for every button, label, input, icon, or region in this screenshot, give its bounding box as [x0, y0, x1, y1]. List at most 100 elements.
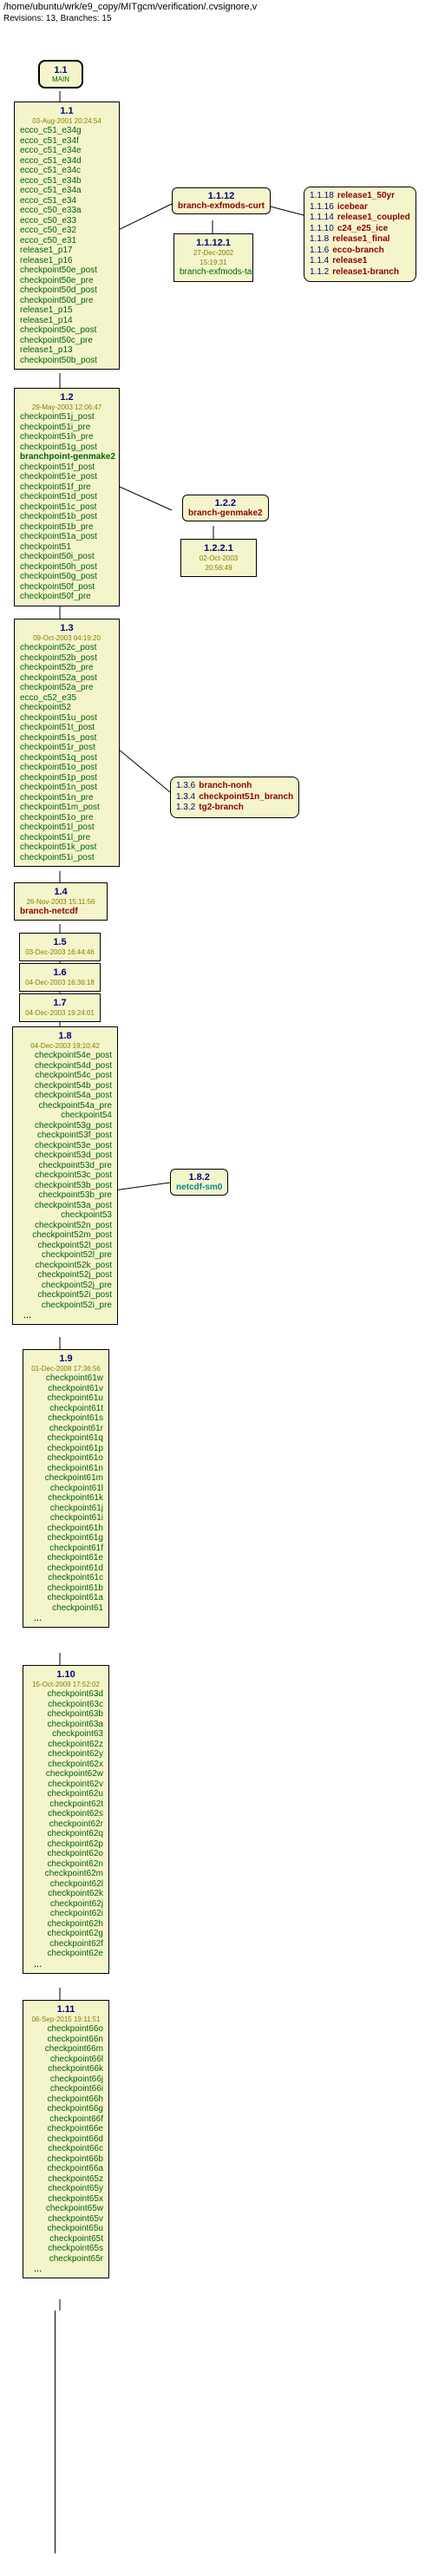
tag-label: checkpoint62l: [29, 1879, 103, 1890]
branch-entry: 1.1.10c24_e25_ice: [310, 224, 410, 235]
tag-label: checkpoint62f: [29, 1939, 103, 1950]
netcdf-sm0-name: netcdf-sm0: [176, 1183, 222, 1192]
tag-label: ecco_c51_e34f: [20, 136, 114, 147]
tag-label: checkpoint51e_post: [20, 472, 114, 482]
tag-label: checkpoint62x: [29, 1760, 103, 1770]
tag-label: checkpoint65y: [29, 2184, 103, 2194]
branch-name: release1_final: [332, 234, 389, 244]
tag-label: checkpoint61g: [29, 1533, 103, 1544]
v1-6-date: 04-Dec-2003 16:36:18: [25, 979, 95, 986]
tag-label: ecco_c50_e32: [20, 226, 114, 236]
tag-label: checkpoint61o: [29, 1453, 103, 1464]
tag-label: checkpoint53: [18, 1210, 112, 1221]
tag-label: checkpoint61i: [29, 1513, 103, 1524]
trailing-line: [55, 2311, 66, 2553]
tag-label: checkpoint51i_post: [20, 853, 114, 863]
tag-label: checkpoint53a_post: [18, 1201, 112, 1211]
branch-version: 1.3.6: [176, 781, 195, 790]
node-genmake2-rev: 1.2.2.1 02-Oct-2003 20:56:49: [180, 539, 257, 577]
tag-label: checkpoint51l_pre: [20, 833, 114, 843]
tag-label: checkpoint66e: [29, 2124, 103, 2134]
v1-11-date: 06-Sep-2015 19:11:51: [31, 2016, 100, 2023]
tag-label: checkpoint61k: [29, 1493, 103, 1504]
v1-10-title: 1.10: [56, 1669, 75, 1680]
tag-label: checkpoint51t_post: [20, 723, 114, 733]
node-1-6: 1.6 04-Dec-2003 16:36:18: [19, 963, 101, 992]
tag-label: checkpoint52l_post: [18, 1241, 112, 1251]
tag-label: checkpoint53c_post: [18, 1170, 112, 1181]
branch-entry: 1.1.2release1-branch: [310, 267, 410, 279]
tag-label: checkpoint50h_post: [20, 562, 114, 573]
tag-label: checkpoint65r: [29, 2254, 103, 2265]
tag-label: checkpoint66a: [29, 2164, 103, 2174]
tag-label: checkpoint61u: [29, 1393, 103, 1404]
tag-label: checkpoint62r: [29, 1819, 103, 1830]
tag-label: checkpoint54b_post: [18, 1081, 112, 1091]
node-1-11: 1.11 06-Sep-2015 19:11:51 checkpoint66oc…: [23, 2000, 109, 2278]
tag-label: checkpoint50g_post: [20, 572, 114, 582]
tag-label: checkpoint53d_post: [18, 1150, 112, 1161]
tag-label: checkpoint52m_post: [18, 1230, 112, 1241]
tag-label: checkpoint63c: [29, 1700, 103, 1710]
tag-label: checkpoint54c_post: [18, 1071, 112, 1081]
tag-label: checkpoint66h: [29, 2094, 103, 2105]
tag-label: checkpoint53f_post: [18, 1131, 112, 1141]
v1-8-date: 04-Dec-2003 19:10:42: [30, 1042, 100, 1050]
tag-label: checkpoint50f_pre: [20, 592, 114, 602]
branch-entry: 1.1.8release1_final: [310, 234, 410, 246]
tag-label: checkpoint63b: [29, 1709, 103, 1720]
tag-label: checkpoint50e_post: [20, 265, 114, 276]
node-1-7: 1.7 04-Dec-2003 19:24:01: [19, 993, 101, 1022]
tag-label: checkpoint61c: [29, 1573, 103, 1583]
tag-label: checkpoint66g: [29, 2104, 103, 2114]
branch-version: 1.1.4: [310, 256, 329, 265]
tag-label: ecco_c50_e33a: [20, 206, 114, 216]
tag-label: checkpoint65u: [29, 2224, 103, 2234]
tag-label: checkpoint52a_pre: [20, 683, 114, 693]
tag-label: checkpoint66d: [29, 2134, 103, 2145]
tag-label: checkpoint51l_post: [20, 823, 114, 833]
tag-label: checkpoint65s: [29, 2244, 103, 2254]
tag-label: checkpoint54a_post: [18, 1091, 112, 1101]
v1-3-date: 09-Oct-2003 04:19:20: [33, 634, 101, 642]
tag-label: checkpoint66i: [29, 2084, 103, 2094]
tag-label: checkpoint50e_pre: [20, 276, 114, 286]
tag-label: checkpoint62t: [29, 1799, 103, 1810]
branch-entry: 1.1.14release1_coupled: [310, 213, 410, 224]
tag-label: checkpoint63d: [29, 1689, 103, 1700]
tag-label: checkpoint61a: [29, 1593, 103, 1603]
v1-5-date: 03-Dec-2003 16:44:46: [25, 948, 95, 956]
tag-label: checkpoint52c_post: [20, 643, 114, 653]
tag-label: checkpoint51p_post: [20, 773, 114, 783]
tag-label: release1_p14: [20, 316, 114, 326]
v1-1-date: 03-Aug-2001 20:24:54: [32, 117, 101, 125]
tag-label: checkpoint51f_pre: [20, 482, 114, 493]
tag-label: checkpoint66c: [29, 2144, 103, 2154]
tag-label: checkpoint62g: [29, 1929, 103, 1939]
tag-label: checkpoint61w: [29, 1373, 103, 1384]
tag-label: ecco_c50_e33: [20, 216, 114, 226]
tag-label: checkpoint52i_post: [18, 1290, 112, 1301]
tag-label: checkpoint53e_post: [18, 1141, 112, 1151]
tag-label: checkpoint62w: [29, 1769, 103, 1780]
v1-2-title: 1.2: [60, 392, 73, 403]
tag-label: checkpoint52i_pre: [18, 1301, 112, 1311]
tag-label: checkpoint62p: [29, 1839, 103, 1850]
tag-label: checkpoint51: [20, 542, 114, 553]
tag-label: checkpoint50d_pre: [20, 296, 114, 306]
node-1-10: 1.10 15-Oct-2009 17:52:02 checkpoint63dc…: [23, 1665, 109, 1974]
branch-name: branch-nonh: [199, 781, 252, 790]
node-1-1: 1.1 03-Aug-2001 20:24:54 ecco_c51_e34gec…: [14, 102, 120, 370]
tag-label: checkpoint53b_post: [18, 1181, 112, 1191]
tag-label: checkpoint61s: [29, 1413, 103, 1424]
tag-label: checkpoint50f_post: [20, 582, 114, 593]
v1-9-date: 01-Dec-2008 17:36:56: [31, 1365, 101, 1373]
tag-label: checkpoint51s_post: [20, 733, 114, 744]
tag-label: checkpoint51o_post: [20, 763, 114, 773]
branch-name: c24_e25_ice: [337, 224, 388, 233]
tag-label: ecco_c51_e34e: [20, 146, 114, 156]
tag-label: checkpoint61e: [29, 1553, 103, 1563]
main-node: 1.1 MAIN: [38, 60, 83, 88]
tag-label: ecco_c52_e35: [20, 693, 114, 704]
tag-label: checkpoint61j: [29, 1504, 103, 1514]
